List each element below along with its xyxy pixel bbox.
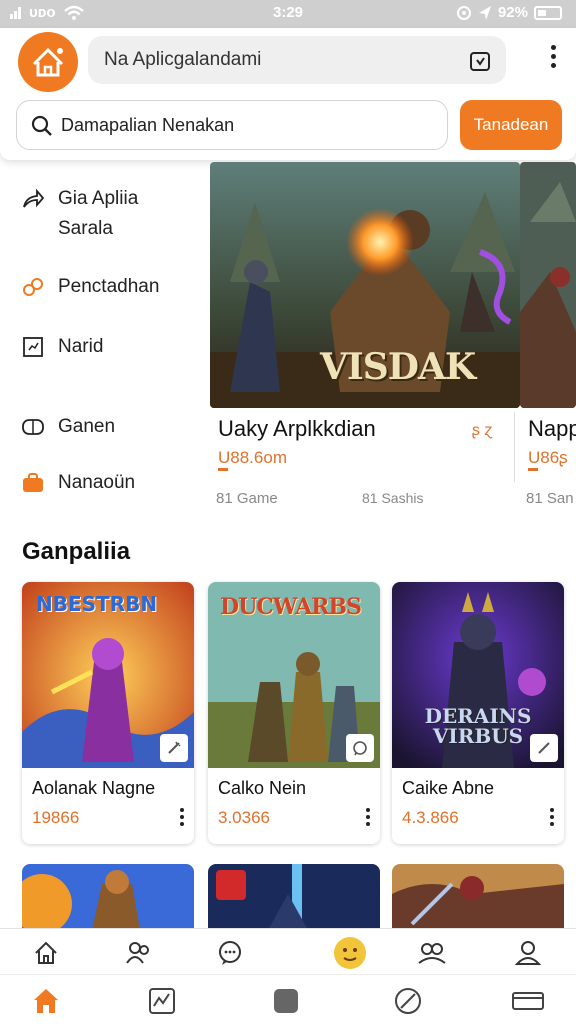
link-icon — [20, 272, 46, 302]
featured-meta: 81 Game — [216, 490, 278, 507]
briefcase-icon — [20, 468, 46, 498]
wand-icon[interactable] — [160, 734, 188, 762]
game-name: Aolanak Nagne — [32, 778, 156, 798]
divider — [514, 412, 515, 482]
featured-tag: ʂ ɀ — [472, 422, 493, 439]
users-icon[interactable] — [118, 933, 158, 973]
game-card[interactable]: DERAINS VIRBUS Caike Abne 4.3.866 — [392, 582, 564, 844]
sidebar-item-apps[interactable]: Gia Apliia Sarala — [20, 184, 138, 244]
location-icon — [478, 5, 491, 20]
sidebar-item-label: Sarala — [58, 218, 113, 239]
more-icon[interactable] — [366, 808, 370, 826]
battery-icon — [534, 5, 562, 20]
game-card-partial[interactable] — [392, 864, 564, 930]
featured-artwork: VISDAK — [210, 162, 520, 408]
sidebar-item-link[interactable]: Penctadhan — [20, 272, 159, 302]
home-filled-icon[interactable] — [26, 981, 66, 1021]
more-icon[interactable] — [550, 808, 554, 826]
battery-label: 92% — [497, 4, 528, 21]
sidebar-item-work[interactable]: Nanaoün — [20, 468, 135, 498]
compass-icon[interactable] — [388, 981, 428, 1021]
game-card[interactable]: DUCWARBS Calko Nein 3.0366 — [208, 582, 380, 844]
game-price: 19866 — [32, 808, 80, 827]
more-menu-icon[interactable] — [551, 45, 556, 68]
chat-icon[interactable] — [346, 734, 374, 762]
status-bar: ᴜᴅᴏ 3:29 92% — [0, 0, 576, 28]
search-button[interactable]: Tanadean — [460, 100, 562, 150]
share-arrow-icon — [20, 184, 46, 214]
sync-icon — [456, 5, 471, 20]
activity-icon[interactable] — [142, 981, 182, 1021]
house-logo-icon — [32, 47, 64, 77]
secondary-tab-bar — [0, 928, 576, 974]
featured-meta: 81 San — [526, 490, 574, 507]
game-name: Calko Nein — [218, 778, 307, 798]
featured-name: Napp — [528, 416, 576, 441]
sword-icon[interactable] — [530, 734, 558, 762]
game-art-title: NBESTRBN — [36, 592, 158, 616]
game-name: Caike Abne — [402, 778, 495, 798]
sidebar-item-narid[interactable]: Narid — [20, 332, 103, 362]
featured-carousel[interactable]: VISDAK Uaky Arplkkdian U88.6om ʂ ɀ 81 Ga… — [210, 162, 576, 512]
app-title-field[interactable]: Na Aplicgalandami — [88, 36, 506, 84]
game-price: 4.3.866 — [402, 808, 459, 827]
game-card[interactable]: NBESTRBN Aolanak Nagne 19866 — [22, 582, 194, 844]
featured-meta: 81 Sashis — [362, 490, 424, 506]
featured-name: Uaky Arplkkdian — [218, 416, 376, 441]
search-icon — [31, 115, 52, 136]
app-title: Na Aplicgalandami — [104, 49, 262, 70]
sidebar-item-label: Narid — [58, 336, 104, 357]
featured-card[interactable]: VISDAK Uaky Arplkkdian U88.6om ʂ ɀ 81 Ga… — [210, 162, 520, 512]
featured-card[interactable]: Napp U86ʂ 81 San — [520, 162, 576, 512]
sidebar-item-label: Ganen — [58, 416, 116, 437]
profile-icon[interactable] — [508, 933, 548, 973]
game-card-partial[interactable] — [208, 864, 380, 930]
sidebar-item-label: Nanaoün — [58, 472, 136, 493]
sidebar-item-label: Penctadhan — [58, 276, 160, 297]
home-outline-icon[interactable] — [26, 933, 66, 973]
app-header: Na Aplicgalandami Damapalian Nenakan Tan… — [0, 28, 576, 160]
window-icon[interactable] — [508, 981, 548, 1021]
featured-artwork — [520, 162, 576, 408]
chart-box-icon — [20, 332, 46, 362]
sidebar-item-label: Gia Apliia — [58, 188, 139, 209]
game-art-title: DERAINS VIRBUS — [424, 704, 532, 748]
chat-bubble-icon[interactable] — [210, 933, 250, 973]
bottom-nav-bar — [0, 974, 576, 1024]
section-title: Ganpaliia — [22, 538, 131, 565]
sidebar: Gia Apliia Sarala Penctadhan Narid Ganen… — [0, 160, 206, 520]
status-right: 92% — [456, 4, 562, 21]
emoji-badge-icon[interactable] — [330, 933, 370, 973]
search-input[interactable]: Damapalian Nenakan — [16, 100, 448, 150]
featured-price: U86ʂ — [528, 448, 568, 471]
app-logo[interactable] — [18, 32, 78, 92]
featured-art-title: VISDAK — [320, 346, 476, 388]
game-card-partial[interactable] — [22, 864, 194, 930]
game-price: 3.0366 — [218, 808, 270, 827]
gamepad-icon — [20, 412, 46, 442]
search-placeholder: Damapalian Nenakan — [61, 115, 235, 135]
game-art-title: DUCWARBS — [220, 594, 362, 620]
sidebar-item-games[interactable]: Ganen — [20, 412, 115, 442]
featured-price: U88.6om — [218, 448, 287, 471]
more-icon[interactable] — [180, 808, 184, 826]
group-icon[interactable] — [412, 933, 452, 973]
tablet-icon[interactable] — [468, 49, 492, 73]
square-icon[interactable] — [266, 981, 306, 1021]
